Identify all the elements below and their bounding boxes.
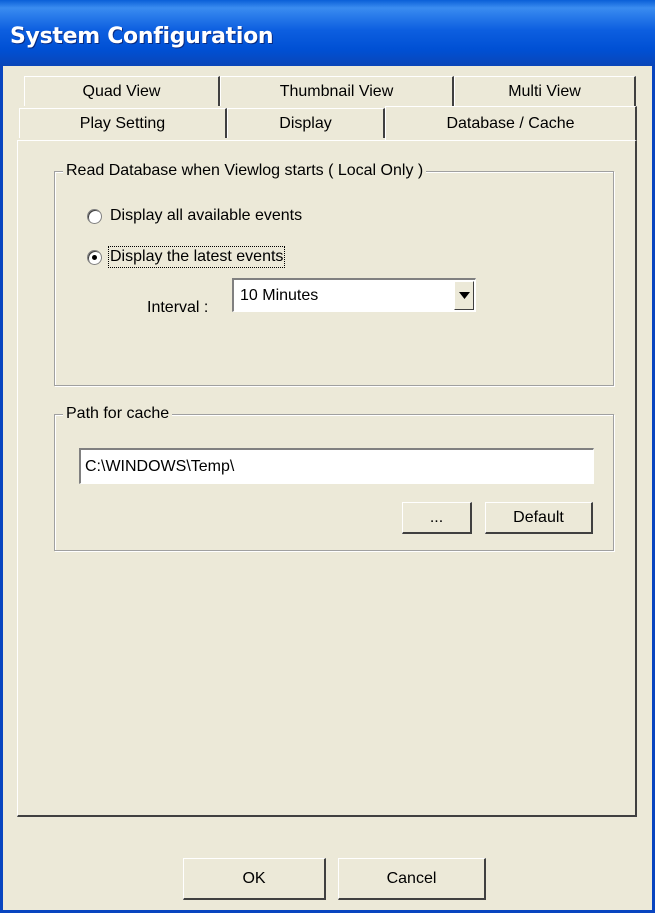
radio-display-all[interactable]: Display all available events xyxy=(87,207,302,225)
window-title: System Configuration xyxy=(10,24,274,49)
title-bar[interactable]: System Configuration xyxy=(0,0,655,66)
radio-display-latest-label: Display the latest events xyxy=(107,246,286,268)
dropdown-arrow-button[interactable] xyxy=(454,281,474,310)
browse-button[interactable]: ... xyxy=(402,502,472,534)
chevron-down-icon xyxy=(459,292,470,299)
tab-thumbnail-view[interactable]: Thumbnail View xyxy=(220,76,454,106)
tab-play-setting[interactable]: Play Setting xyxy=(19,108,227,138)
default-button[interactable]: Default xyxy=(485,502,593,534)
radio-unchecked-icon xyxy=(87,208,102,224)
cache-path-group: Path for cache ... Default xyxy=(54,405,614,551)
tab-multi-view[interactable]: Multi View xyxy=(454,76,636,106)
tab-database-cache[interactable]: Database / Cache xyxy=(385,106,637,140)
radio-display-all-label: Display all available events xyxy=(110,207,303,224)
interval-label: Interval : xyxy=(147,299,209,316)
tab-panel-database-cache: Read Database when Viewlog starts ( Loca… xyxy=(17,140,637,817)
interval-select-value: 10 Minutes xyxy=(240,287,319,304)
ok-button[interactable]: OK xyxy=(183,858,326,900)
tab-quad-view[interactable]: Quad View xyxy=(24,76,220,106)
cache-path-legend: Path for cache xyxy=(63,405,173,423)
interval-select[interactable]: 10 Minutes xyxy=(232,278,476,312)
cancel-button[interactable]: Cancel xyxy=(338,858,486,900)
cache-path-input[interactable] xyxy=(79,448,594,484)
read-database-group: Read Database when Viewlog starts ( Loca… xyxy=(54,162,614,386)
radio-checked-icon xyxy=(87,249,102,265)
tab-display[interactable]: Display xyxy=(227,108,385,138)
read-database-legend: Read Database when Viewlog starts ( Loca… xyxy=(63,162,427,180)
radio-display-latest[interactable]: Display the latest events xyxy=(87,246,286,268)
